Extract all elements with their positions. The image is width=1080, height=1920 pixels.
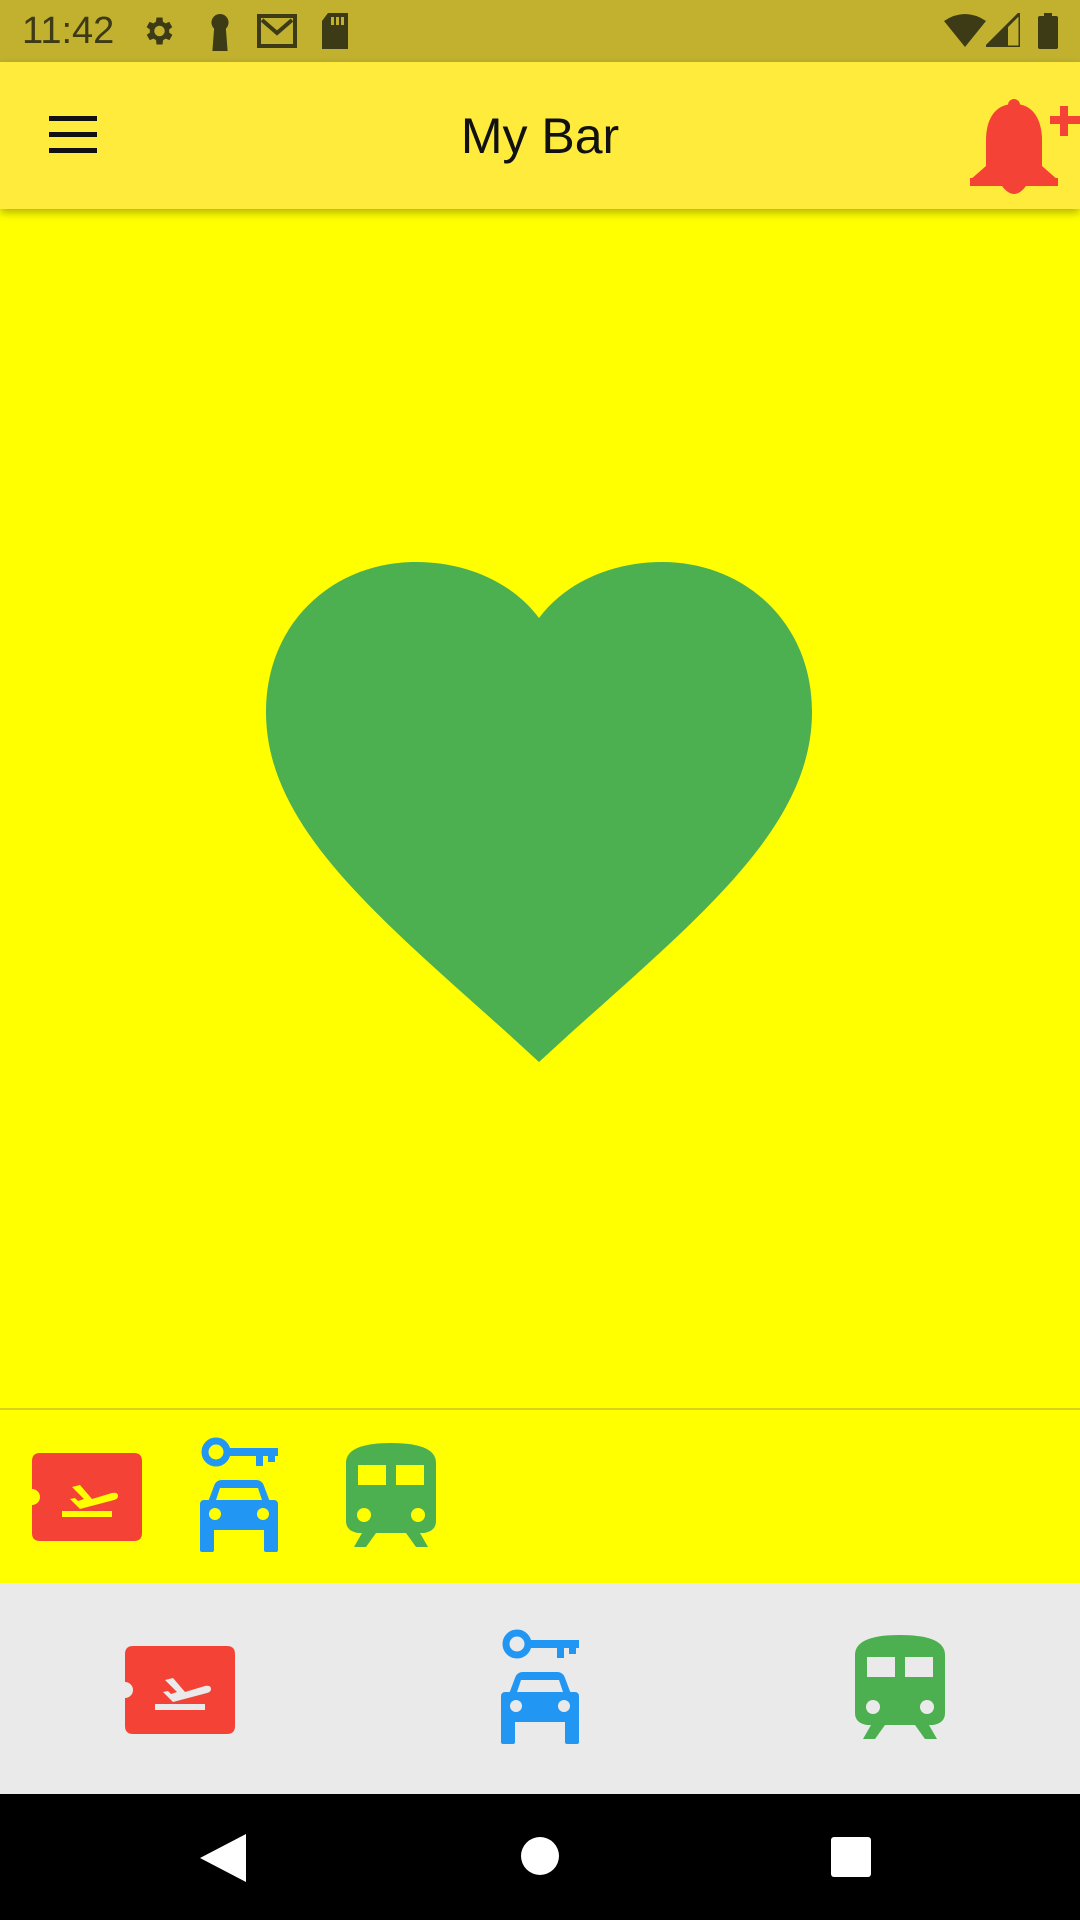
screen: 11:42 My Bar (0, 0, 1080, 1920)
divider (0, 1408, 1080, 1410)
bottom-navigation (0, 1583, 1080, 1794)
nav-flight-ticket-icon[interactable] (125, 1646, 235, 1734)
train-icon[interactable] (346, 1443, 436, 1547)
gear-icon (146, 17, 173, 45)
status-time: 11:42 (22, 10, 115, 52)
app-title: My Bar (460, 108, 620, 164)
wifi-icon (944, 14, 986, 47)
car-rental-icon[interactable] (200, 1436, 278, 1552)
status-bar: 11:42 (0, 0, 1080, 62)
home-button[interactable] (520, 1836, 560, 1876)
back-button[interactable] (200, 1834, 246, 1882)
add-alarm-icon (970, 99, 1080, 194)
recents-button[interactable] (831, 1837, 871, 1877)
keyhole-icon (211, 13, 229, 51)
nav-car-rental-icon[interactable] (501, 1628, 579, 1744)
nav-train-icon[interactable] (855, 1635, 945, 1739)
system-navigation-bar (0, 1794, 1080, 1920)
signal-icon (986, 13, 1020, 47)
app-bar: My Bar (0, 62, 1080, 209)
battery-icon (1038, 13, 1058, 49)
sd-card-icon (322, 13, 348, 49)
gmail-icon (257, 14, 297, 48)
flight-ticket-icon[interactable] (32, 1453, 142, 1541)
add-alarm-button[interactable] (962, 78, 1080, 198)
heart-icon (266, 562, 812, 1062)
